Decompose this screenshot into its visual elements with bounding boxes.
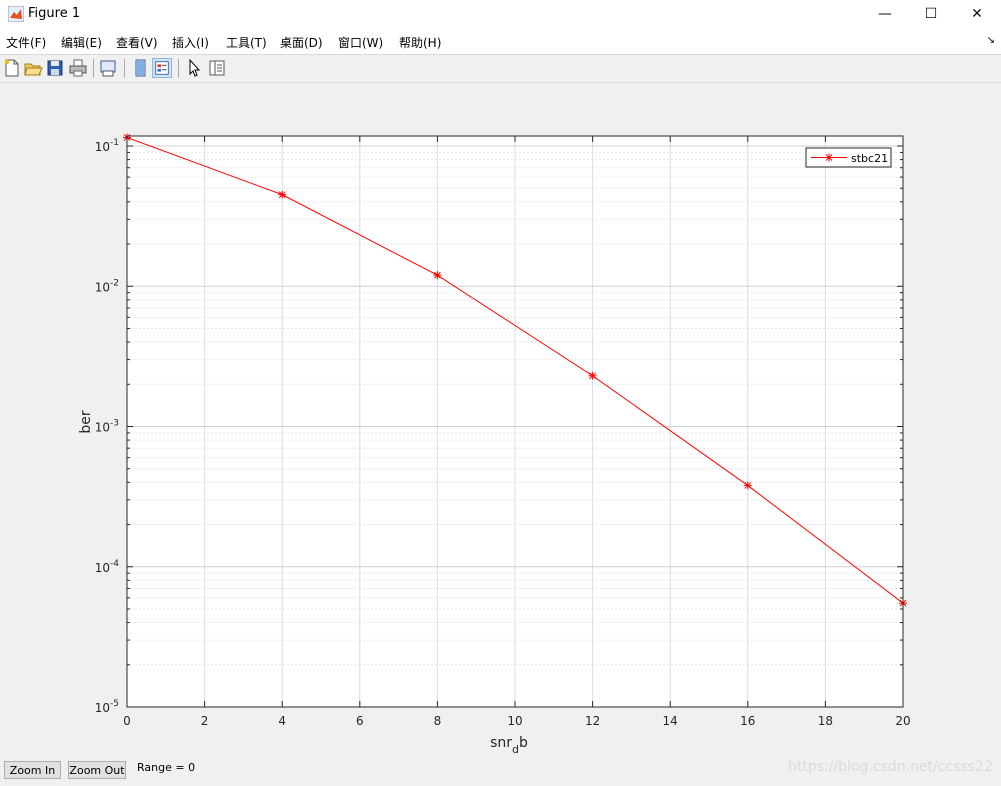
- y-tick-exp: -5: [110, 699, 119, 709]
- zoom-out-button[interactable]: Zoom Out: [68, 761, 126, 779]
- x-tick-label: 8: [434, 714, 442, 728]
- y-tick-label: 10-1: [95, 138, 119, 154]
- x-axis-label: snrdb: [490, 735, 528, 756]
- x-tick-label: 0: [123, 714, 131, 728]
- x-axis-label-main: snr: [490, 735, 512, 751]
- y-tick-label: 10-5: [95, 699, 119, 715]
- x-axis-label-rest: b: [519, 735, 528, 751]
- y-tick-base: 10: [95, 701, 110, 715]
- x-tick-label: 16: [740, 714, 755, 728]
- y-tick-exp: -3: [110, 419, 119, 429]
- y-axis-label: ber: [78, 410, 94, 434]
- x-tick-label: 4: [278, 714, 286, 728]
- range-readout: Range = 0: [137, 761, 196, 774]
- x-tick-label: 10: [507, 714, 522, 728]
- data-point[interactable]: [743, 481, 752, 490]
- data-point[interactable]: [278, 190, 287, 199]
- x-tick-label: 12: [585, 714, 600, 728]
- y-tick-base: 10: [95, 421, 110, 435]
- x-tick-labels: 0 2 4 6 8 10 12 14 16 18 20: [123, 714, 910, 728]
- y-tick-exp: -4: [110, 559, 119, 569]
- x-tick-label: 18: [818, 714, 833, 728]
- figure-canvas: 0 2 4 6 8 10 12 14 16 18 20 10-510-410-310-210-1 s…: [78, 133, 911, 756]
- legend[interactable]: stbc21: [805, 147, 892, 168]
- legend-marker: [825, 153, 833, 162]
- legend-label: stbc21: [851, 152, 888, 165]
- x-tick-label: 6: [356, 714, 364, 728]
- data-point[interactable]: [433, 271, 442, 280]
- data-point[interactable]: [588, 371, 597, 380]
- y-tick-exp: -1: [110, 138, 119, 148]
- y-tick-base: 10: [95, 280, 110, 294]
- x-tick-label: 20: [895, 714, 910, 728]
- y-tick-base: 10: [95, 561, 110, 575]
- x-tick-label: 14: [663, 714, 678, 728]
- x-axis-label-sub: d: [512, 743, 519, 756]
- y-tick-exp: -2: [110, 278, 119, 288]
- watermark: https://blog.csdn.net/ccsss22: [788, 759, 993, 775]
- y-tick-label: 10-4: [95, 559, 120, 575]
- y-tick-base: 10: [95, 140, 110, 154]
- x-tick-label: 2: [201, 714, 209, 728]
- y-tick-labels: 10-510-410-310-210-1: [95, 138, 120, 715]
- zoom-in-button[interactable]: Zoom In: [4, 761, 61, 779]
- y-tick-label: 10-2: [95, 278, 119, 294]
- y-tick-label: 10-3: [95, 419, 119, 435]
